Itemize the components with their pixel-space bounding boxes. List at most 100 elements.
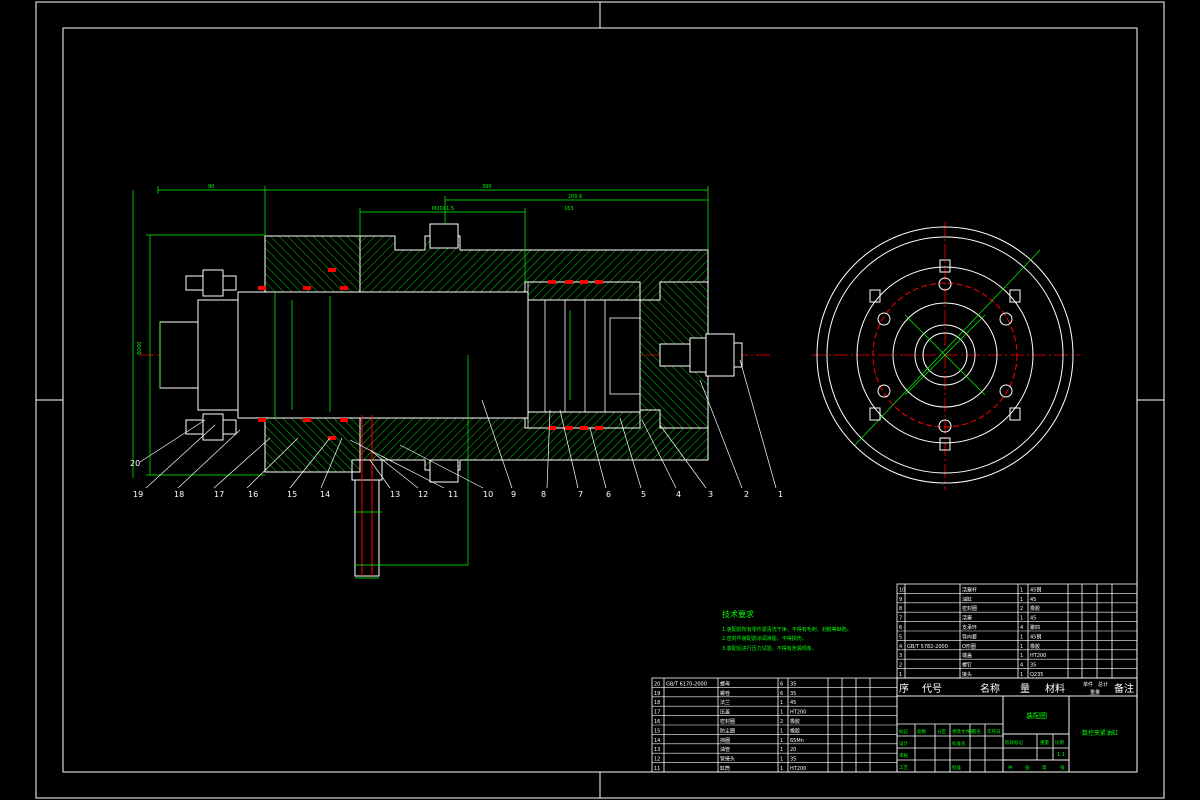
header-code: 代号: [922, 683, 942, 695]
lower-bom-cell: 13: [654, 747, 660, 753]
lower-bom-cell: 缸筒: [720, 765, 730, 772]
title-block-header: 序 代号 名称 量 材料 单件 总计 重量 备注: [899, 681, 1134, 696]
sheet-label: 共: [1008, 764, 1013, 771]
upper-bom-cell: 1: [1020, 597, 1023, 603]
lower-bom-cell: 1: [780, 700, 783, 706]
svg-text:Φ200: Φ200: [137, 342, 143, 355]
sign-labels: 标记 处数 分区 更改文件号签名 年月日设计审核工艺 批准标准化 阶段标记 重量 比例共张第张: [899, 728, 1065, 771]
upper-bom-cell: 45钢: [1030, 586, 1041, 593]
rod-end: [159, 321, 199, 389]
part-number-15: 15: [287, 490, 297, 499]
lower-bom-cell: 1: [780, 757, 783, 763]
upper-bom-cell: 9: [899, 597, 902, 603]
sign-label: 标记: [899, 728, 908, 735]
upper-bom-cell: 4: [1020, 625, 1023, 631]
upper-bom-cell: 活塞杆: [962, 586, 977, 593]
upper-bom-cell: 35: [1030, 663, 1036, 669]
part-number-9: 9: [511, 490, 516, 499]
part-number-4: 4: [676, 490, 681, 499]
lower-bom-cell: 11: [654, 766, 660, 772]
flange-left: [197, 299, 239, 411]
upper-bom-cell: Q235: [1030, 672, 1043, 678]
lower-bom-cell: 35: [790, 757, 796, 763]
lower-bom-cell: 65Mn: [790, 738, 804, 744]
upper-bom-cell: 8: [899, 606, 902, 612]
role-label: 审核: [899, 752, 908, 759]
role-label: 设计: [899, 740, 908, 747]
upper-bom-cell: 1: [1020, 644, 1023, 650]
upper-bom-cell: GB/T 5782-2000: [907, 644, 948, 650]
part-number-20: 20: [130, 459, 140, 468]
lower-bom-cell: 12: [654, 757, 660, 763]
upper-bom-cell: 4: [1020, 663, 1023, 669]
upper-bom-cell: 3: [899, 653, 902, 659]
lower-bom-cell: GB/T 6170-2000: [666, 681, 707, 687]
role-label: 标准化: [952, 740, 966, 747]
section-view: 90 390 200.6 M20X1.5 163 Φ200 1234567891…: [130, 184, 783, 579]
upper-bom-cell: 5: [899, 634, 902, 640]
upper-bom-cell: 活塞: [962, 615, 972, 622]
upper-bom-cell: 4: [899, 644, 902, 650]
bottom-port: [429, 459, 459, 483]
upper-bom-cell: 支承环: [962, 624, 977, 631]
upper-bom-cell: 2: [899, 663, 902, 669]
part-number-10: 10: [483, 490, 493, 499]
tech-req-line-1: 1.装配前所有零件需清洗干净，不得有毛刺、划痕等缺陷。: [722, 626, 852, 633]
sign-label: 年月日: [987, 728, 1001, 735]
lower-bom-cell: 1: [780, 738, 783, 744]
upper-bom-cell: 1: [1020, 634, 1023, 640]
lower-bom-cell: 20: [790, 747, 796, 753]
upper-bom-cell: 45: [1030, 597, 1036, 603]
lower-bom-cell: 20: [654, 681, 660, 687]
svg-text:390: 390: [482, 184, 492, 190]
part-number-2: 2: [744, 490, 749, 499]
lower-bom-cell: 压盖: [720, 709, 730, 716]
lower-bom-cell: 14: [654, 738, 660, 744]
upper-bom-cell: 橡胶: [1030, 643, 1040, 650]
header-qty: 量: [1020, 683, 1030, 695]
tech-req-line-3: 3.装配后进行压力试验，不得有泄漏现象。: [722, 645, 817, 652]
header-weight: 重量: [1090, 689, 1100, 696]
lower-bom-cell: 挡圈: [720, 737, 730, 744]
header-single: 单件: [1083, 681, 1093, 688]
side-view: [812, 222, 1080, 490]
lower-bom-cell: 19: [654, 691, 660, 697]
stage-label: 阶段标记: [1005, 739, 1023, 746]
part-number-14: 14: [320, 490, 330, 499]
piston-hatch-bottom: [527, 411, 641, 429]
scale-value: 1:1: [1057, 752, 1065, 758]
part-number-7: 7: [578, 490, 583, 499]
part-number-3: 3: [708, 490, 713, 499]
lower-bom-cell: 35: [790, 681, 796, 687]
piston-hatch-top: [527, 281, 641, 301]
upper-bom-cell: 橡胶: [1030, 605, 1040, 612]
part-number-8: 8: [541, 490, 546, 499]
upper-bom-cell: 1: [899, 672, 902, 678]
drawing-name: 装配图: [1026, 711, 1047, 720]
lower-bom-cell: 18: [654, 700, 660, 706]
sign-label: 分区: [937, 728, 946, 735]
role-label: 批准: [952, 764, 961, 771]
lower-bom-cell: 35: [790, 691, 796, 697]
lower-bom-cell: 橡胶: [790, 718, 800, 725]
lower-bom-cell: 1: [780, 728, 783, 734]
stage-label: 比例: [1055, 739, 1064, 746]
lower-bom-cell: 2: [780, 719, 783, 725]
product-name: 数控夹紧油缸: [1082, 729, 1118, 737]
upper-bom-cell: 10: [899, 587, 905, 593]
part-number-19: 19: [133, 490, 143, 499]
sheet-label: 张: [1025, 764, 1030, 771]
gland-lower: [264, 414, 361, 473]
upper-bom-cell: 1: [1020, 672, 1023, 678]
tech-requirements: 技术要求 1.装配前所有零件需清洗干净，不得有毛刺、划痕等缺陷。 2.密封件装配…: [722, 609, 852, 652]
lower-bom-cell: 防尘圈: [720, 727, 735, 734]
header-material: 材料: [1045, 682, 1065, 695]
role-label: 工艺: [899, 765, 908, 771]
upper-bom-cell: 1: [1020, 587, 1023, 593]
part-number-6: 6: [606, 490, 611, 499]
upper-bom-cell: 1: [1020, 616, 1023, 622]
upper-bom-cell: 密封圈: [962, 605, 977, 612]
lower-bom-cell: 17: [654, 710, 660, 716]
part-number-12: 12: [418, 490, 428, 499]
lower-bom-cell: HT200: [790, 710, 806, 716]
